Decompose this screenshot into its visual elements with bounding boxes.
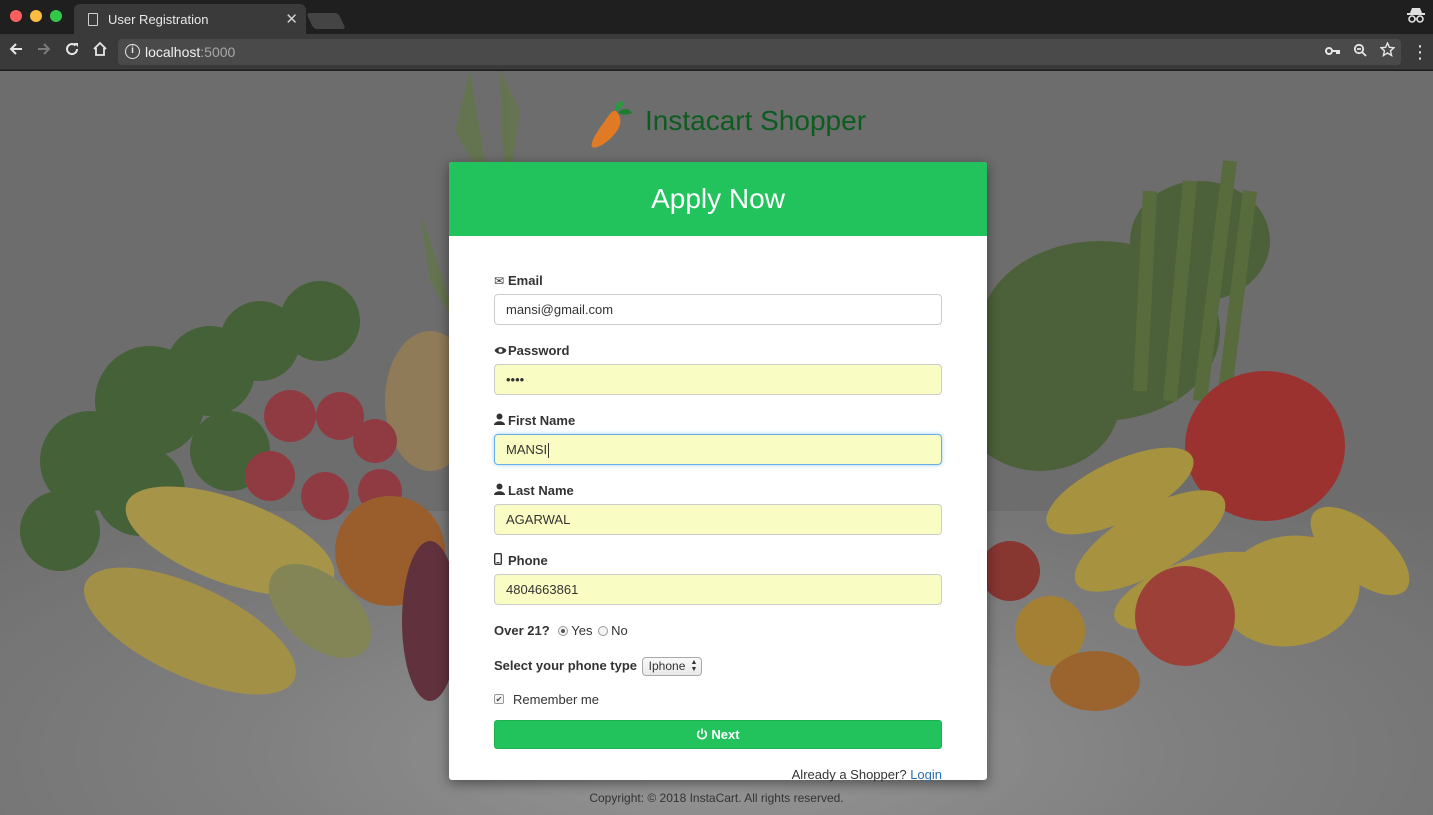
last-name-label-text: Last Name: [508, 483, 574, 498]
carrot-icon: [591, 101, 632, 148]
power-icon: [696, 721, 708, 748]
email-label-text: Email: [508, 273, 543, 288]
remember-checkbox[interactable]: ✔: [494, 694, 504, 705]
maximize-window-button[interactable]: [50, 10, 62, 22]
envelope-icon: ✉: [494, 274, 505, 288]
registration-card: Apply Now ✉ Email mansi@gmail.com Passwor…: [449, 162, 987, 782]
home-icon[interactable]: [88, 40, 112, 64]
address-bar[interactable]: i localhost:5000: [118, 39, 1401, 65]
phone-icon: [493, 552, 508, 570]
close-tab-icon[interactable]: ✕: [285, 10, 298, 28]
incognito-icon: [1405, 6, 1427, 28]
site-info-icon[interactable]: i: [125, 44, 140, 59]
new-tab-button[interactable]: [306, 13, 346, 29]
reload-icon[interactable]: [60, 40, 84, 64]
over21-no-radio[interactable]: [598, 625, 609, 636]
forward-icon[interactable]: [32, 40, 56, 64]
phone-type-value: Iphone: [648, 659, 686, 674]
footer-copyright: Copyright: © 2018 InstaCart. All rights …: [589, 791, 844, 805]
phone-type-label: Select your phone type: [494, 658, 638, 673]
next-button-label: Next: [711, 727, 740, 742]
login-link[interactable]: Login: [910, 767, 942, 782]
tab-title: User Registration: [108, 12, 209, 27]
select-arrows-icon: ▲ ▼: [690, 659, 698, 674]
user-icon: [494, 482, 508, 500]
browser-toolbar: i localhost:5000 ⋮: [0, 34, 1433, 70]
browser-titlebar: User Registration ✕: [0, 0, 1433, 34]
phone-type-select[interactable]: Iphone ▲ ▼: [641, 657, 703, 677]
over21-group: Over 21? Yes No: [494, 622, 942, 640]
registration-form: ✉ Email mansi@gmail.com Password •••• Fir…: [493, 272, 942, 782]
remember-row: ✔ Remember me: [494, 691, 942, 709]
url-text: localhost:5000: [145, 44, 235, 60]
first-name-value: MANSI: [506, 442, 548, 457]
card-title: Apply Now: [449, 162, 987, 236]
email-field[interactable]: mansi@gmail.com: [494, 294, 942, 325]
first-name-label-text: First Name: [508, 413, 576, 428]
eye-icon: [494, 342, 508, 360]
page-icon: [88, 13, 98, 26]
brand-name: Instacart Shopper: [645, 105, 867, 136]
next-button[interactable]: Next: [494, 720, 942, 749]
last-name-label: Last Name: [494, 482, 942, 500]
over21-label: Over 21?: [494, 623, 550, 638]
bookmark-star-icon[interactable]: [1377, 41, 1397, 62]
phone-field[interactable]: 4804663861: [494, 574, 942, 605]
phone-label-text: Phone: [508, 553, 548, 568]
password-label: Password: [494, 342, 942, 360]
phone-label: Phone: [493, 552, 942, 570]
back-icon[interactable]: [4, 40, 28, 64]
phone-type-row: Select your phone type Iphone ▲ ▼: [494, 656, 942, 677]
password-label-text: Password: [508, 343, 570, 358]
email-label: ✉ Email: [494, 272, 942, 290]
url-host: localhost: [145, 44, 201, 60]
url-port: :5000: [200, 44, 236, 60]
zoom-icon[interactable]: [1350, 42, 1370, 62]
first-name-field[interactable]: MANSI: [494, 434, 942, 465]
over21-no-label: No: [611, 623, 628, 638]
user-icon: [494, 412, 508, 430]
login-row: Already a Shopper? Login: [494, 767, 942, 782]
browser-tab[interactable]: User Registration ✕: [74, 4, 306, 34]
over21-yes-label: Yes: [571, 623, 593, 638]
close-window-button[interactable]: [10, 10, 22, 22]
first-name-label: First Name: [494, 412, 942, 430]
text-caret: [548, 443, 550, 459]
login-prompt: Already a Shopper?: [791, 767, 907, 782]
browser-menu-icon[interactable]: ⋮: [1411, 40, 1429, 64]
page-viewport: Instacart Shopper Apply Now ✉ Email mansi…: [0, 71, 1433, 815]
remember-label: Remember me: [513, 692, 599, 707]
password-field[interactable]: ••••: [494, 364, 942, 395]
key-icon[interactable]: [1323, 42, 1343, 62]
minimize-window-button[interactable]: [30, 10, 42, 22]
over21-yes-radio[interactable]: [558, 625, 569, 636]
last-name-field[interactable]: AGARWAL: [494, 504, 942, 535]
